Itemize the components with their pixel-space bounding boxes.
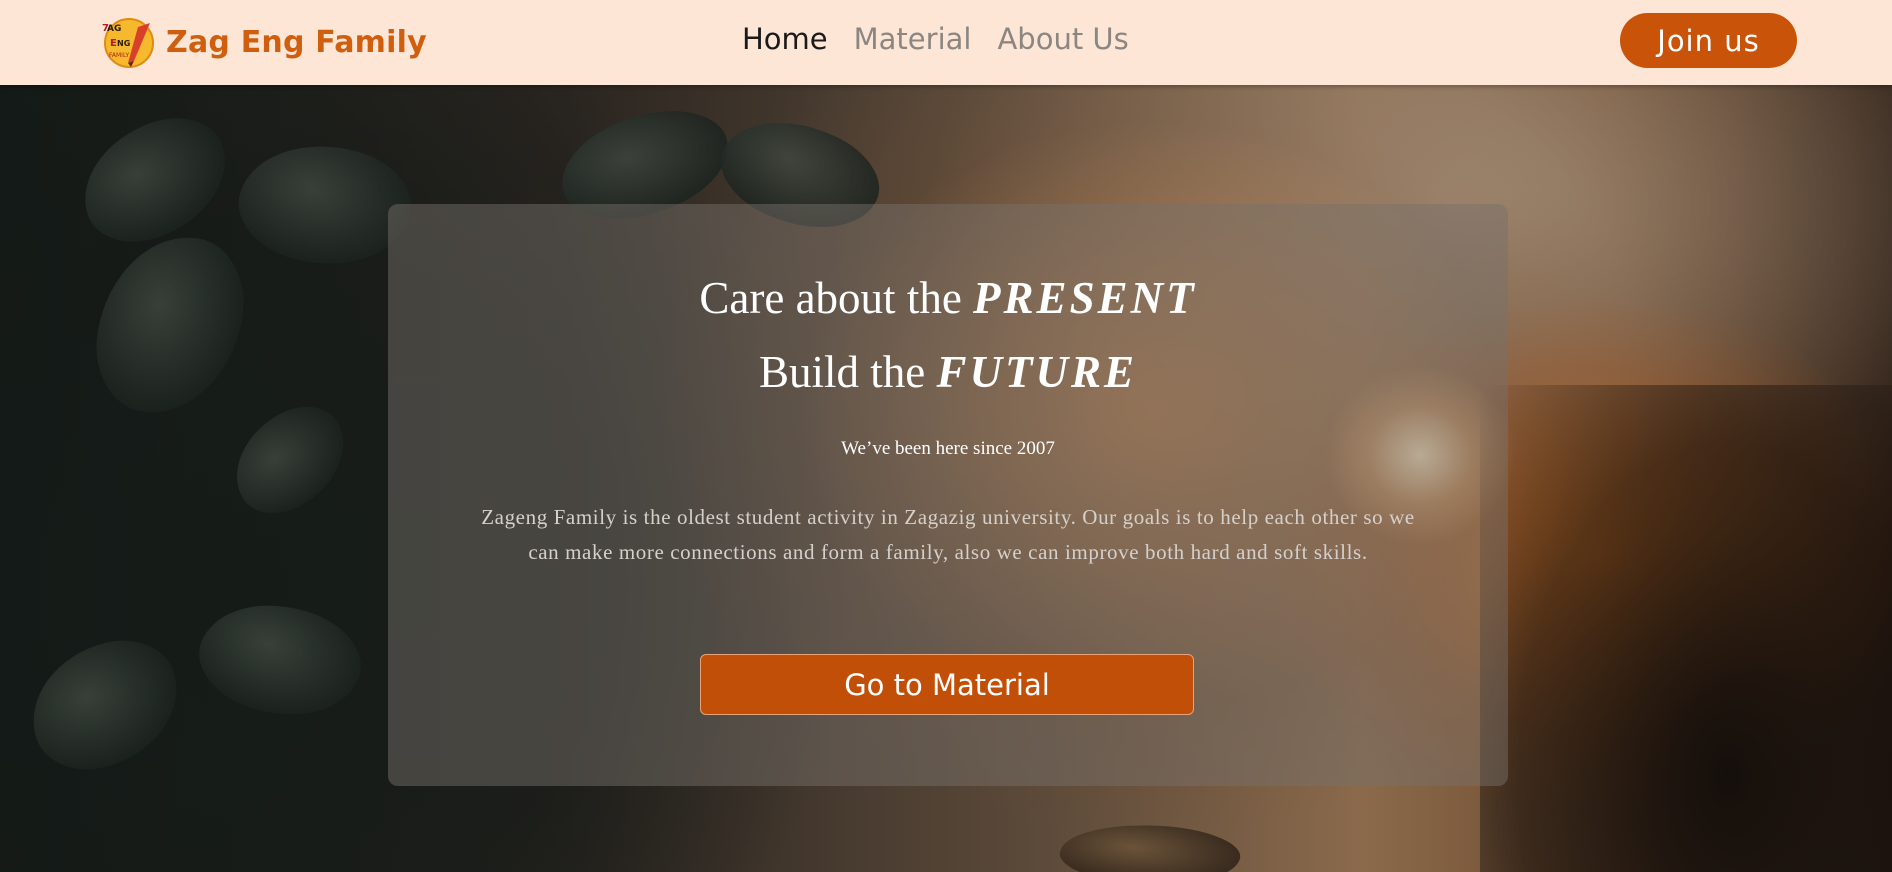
page: 7 AG E NG FAMILY Zag Eng Family Home Mat… [0,0,1892,872]
svg-text:NG: NG [117,39,130,48]
leaf-decoration [65,102,245,258]
brand-logo-graphic: 7 AG E NG FAMILY [102,18,154,68]
leaf-decoration [186,580,374,740]
brand-name: Zag Eng Family [166,24,427,60]
top-navbar: 7 AG E NG FAMILY Zag Eng Family Home Mat… [0,0,1892,85]
leaf-decoration [17,627,193,783]
go-to-material-button[interactable]: Go to Material [700,654,1194,715]
headline-present: Care about the PRESENT [388,272,1508,324]
description-text: Zageng Family is the oldest student acti… [481,505,1415,564]
join-us-button[interactable]: Join us [1620,13,1797,68]
nav-links: Home Material About Us [742,22,1129,56]
svg-text:AG: AG [107,24,121,34]
hero-card: Care about the PRESENT Build the FUTURE … [388,204,1508,786]
nav-link-home[interactable]: Home [742,22,828,56]
svg-text:FAMILY: FAMILY [109,52,129,59]
nav-link-material[interactable]: Material [854,22,972,56]
brand-logo-icon: 7 AG E NG FAMILY [98,13,156,71]
shadow-decoration [1480,385,1892,872]
headline-1-prefix: Care about the [699,273,974,323]
since-text: We’ve been here since 2007 [841,438,1055,459]
headline-2-prefix: Build the [758,347,937,397]
headline-1-emphasis: PRESENT [973,273,1197,323]
headline-future: Build the FUTURE [388,346,1508,398]
leaf-decoration [1057,817,1243,872]
brand[interactable]: 7 AG E NG FAMILY Zag Eng Family [98,12,427,72]
leaf-decoration [85,224,255,426]
svg-text:E: E [110,38,117,49]
headline-2-emphasis: FUTURE [936,347,1138,397]
leaf-decoration [215,391,365,529]
nav-link-about-us[interactable]: About Us [997,22,1128,56]
